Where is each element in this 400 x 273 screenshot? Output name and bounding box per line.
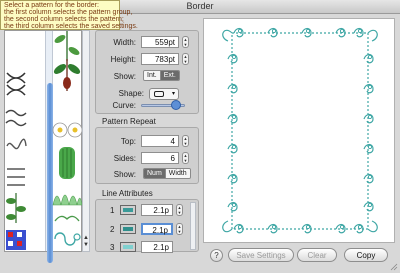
height-stepper[interactable]: ▲ ▼ (182, 53, 189, 65)
repeat-show-label: Show: (113, 170, 136, 179)
teal-swirl-pattern-icon[interactable] (51, 227, 83, 251)
tile-pattern-icon[interactable] (5, 229, 27, 251)
sprout-pattern-icon[interactable] (51, 211, 83, 223)
resize-grip-icon[interactable] (390, 263, 398, 271)
border-preview (203, 18, 395, 243)
top-label: Top: (120, 137, 136, 146)
cactus-pattern-icon[interactable] (51, 145, 83, 181)
line-attributes-title: Line Attributes (102, 189, 153, 198)
pattern-column[interactable] (51, 31, 83, 251)
daisy-pattern-icon[interactable] (51, 119, 83, 141)
line-number: 3 (110, 243, 115, 252)
line-color-well[interactable] (120, 205, 136, 215)
stripe-pattern-icon[interactable] (5, 165, 27, 193)
shape-label: Shape: (118, 89, 144, 98)
line-width-field[interactable]: 2.1p (141, 204, 173, 216)
repeat-show-segmented[interactable]: Num Width (143, 168, 191, 179)
pattern-chooser[interactable] (4, 30, 83, 263)
curve-slider-knob[interactable] (171, 100, 181, 110)
height-label: Height: (110, 55, 136, 64)
sides-stepper[interactable]: ▲ ▼ (182, 152, 189, 164)
pattern-repeat-title: Pattern Repeat (102, 117, 156, 126)
show-ext-option[interactable]: Ext. (160, 71, 179, 80)
tooltip-line: Select a pattern for the border: (4, 2, 99, 9)
sides-label: Sides: (113, 154, 136, 163)
tooltip-line: the third column selects the saved setti… (4, 23, 138, 30)
line-number: 1 (110, 206, 115, 215)
show-width-option[interactable]: Width (165, 169, 190, 178)
knot-pattern-icon[interactable] (5, 69, 27, 99)
tooltip-line: the first column selects the pattern gro… (4, 9, 133, 16)
height-field[interactable]: 783pt (141, 53, 179, 65)
decorative-border-icon (222, 27, 378, 234)
sides-field[interactable]: 6 (141, 152, 179, 164)
red-leaf-pattern-icon[interactable] (51, 57, 83, 91)
pattern-tooltip: Select a pattern for the border: the fir… (0, 0, 138, 30)
line-color-swatch (123, 208, 133, 212)
rounded-rect-shape-icon (154, 91, 164, 97)
save-settings-button[interactable]: Save Settings (228, 248, 294, 262)
pattern-group-column[interactable] (5, 31, 27, 251)
line-width-stepper[interactable]: ▲ ▼ (176, 223, 183, 235)
shape-popup-button[interactable]: ▾ (149, 88, 179, 100)
show-int-option[interactable]: Int. (144, 71, 161, 80)
size-show-label: Show: (113, 72, 136, 81)
twist-pattern-icon[interactable] (5, 135, 27, 157)
pattern-list-scrollbar[interactable]: ▲ ▼ (82, 30, 90, 252)
show-num-option[interactable]: Num (144, 169, 166, 178)
leaf-sprig-pattern-icon[interactable] (5, 191, 27, 225)
line-color-swatch (123, 245, 133, 249)
line-color-well[interactable] (120, 224, 136, 234)
scroll-arrows-icon[interactable]: ▲ ▼ (83, 235, 89, 249)
line-number: 2 (110, 225, 115, 234)
curve-label: Curve: (112, 101, 136, 110)
clear-button[interactable]: Clear (297, 248, 337, 262)
width-field[interactable]: 559pt (141, 36, 179, 48)
copy-button[interactable]: Copy (344, 248, 388, 262)
chevron-down-icon: ▾ (171, 91, 175, 97)
size-show-segmented[interactable]: Int. Ext. (143, 70, 180, 81)
help-button[interactable]: ? (210, 249, 223, 262)
line-attributes-scrollbar[interactable] (190, 202, 196, 250)
wave-pattern-icon[interactable] (5, 107, 27, 133)
line-width-stepper[interactable]: ▲ ▼ (176, 204, 183, 216)
width-stepper[interactable]: ▲ ▼ (182, 36, 189, 48)
line-color-well[interactable] (120, 242, 136, 252)
tooltip-line: the second column selects the pattern; (4, 16, 124, 23)
grass-pattern-icon[interactable] (51, 183, 83, 207)
top-stepper[interactable]: ▲ ▼ (182, 135, 189, 147)
top-field[interactable]: 4 (141, 135, 179, 147)
line-width-field[interactable]: 2.1p (141, 223, 173, 235)
line-width-field[interactable]: 2.1p (141, 241, 173, 253)
width-label: Width: (113, 38, 136, 47)
line-color-swatch (123, 227, 133, 231)
